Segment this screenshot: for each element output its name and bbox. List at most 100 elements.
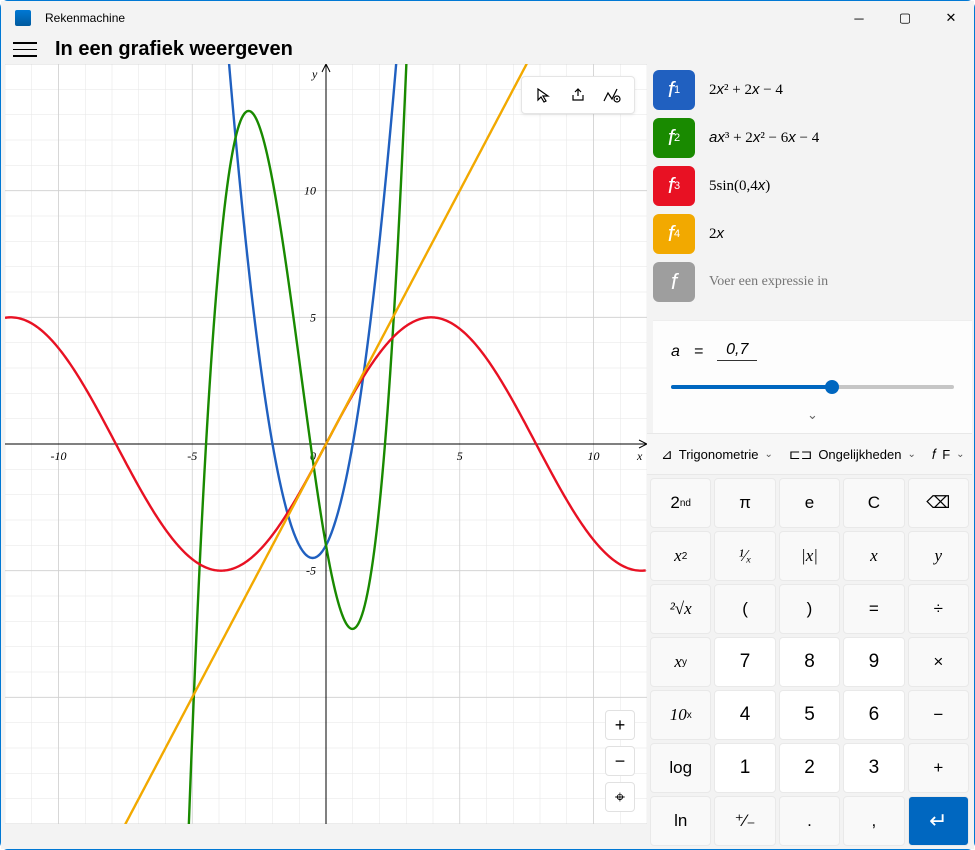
category-label: Ongelijkheden (818, 447, 901, 462)
function-expression: 2x² + 2x − 4 (709, 81, 783, 99)
key-=[interactable]: = (843, 584, 904, 634)
zoom-reset-button[interactable]: ⌖ (605, 782, 635, 812)
key-1[interactable]: 1 (714, 743, 775, 793)
zoom-in-button[interactable]: + (605, 710, 635, 740)
minimize-button[interactable]: ─ (836, 1, 882, 35)
key-4[interactable]: 4 (714, 690, 775, 740)
key-,[interactable]: , (843, 796, 904, 846)
window-title: Rekenmachine (45, 11, 125, 25)
key-e[interactable]: e (779, 478, 840, 528)
svg-text:10: 10 (304, 184, 316, 198)
mode-title: In een grafiek weergeven (55, 38, 293, 61)
zoom-controls: + − ⌖ (605, 710, 635, 812)
mode-header: In een grafiek weergeven (1, 35, 974, 64)
key-ln[interactable]: ln (650, 796, 711, 846)
hamburger-button[interactable] (13, 38, 37, 62)
category-label: Trigonometrie (679, 447, 759, 462)
close-button[interactable]: ✕ (928, 1, 974, 35)
svg-text:x: x (636, 449, 643, 463)
graph-canvas[interactable]: -10-5510-55100xy + − ⌖ (5, 64, 647, 824)
key-3[interactable]: 3 (843, 743, 904, 793)
category-icon: ⊿ (661, 446, 673, 463)
content-row: -10-5510-55100xy + − ⌖ f12x² + 2x − 4f2a… (1, 64, 974, 849)
function-row-3[interactable]: f3 5sin(0,4x) (653, 162, 972, 210)
variable-panel: a = 0,7 ⌄ (653, 320, 972, 433)
variable-slider[interactable] (671, 377, 954, 395)
variable-value[interactable]: 0,7 (717, 341, 757, 361)
key-([interactable]: ( (714, 584, 775, 634)
side-panel: f12x² + 2x − 4f2ax³ + 2x² − 6x − 4f35sin… (647, 64, 974, 849)
category-icon: 𝑓 (932, 446, 936, 463)
cursor-tool-icon[interactable] (530, 81, 558, 109)
key-2[interactable]: 2nd (650, 478, 711, 528)
category-trigonometrie[interactable]: ⊿ Trigonometrie ⌄ (655, 446, 779, 463)
key-π[interactable]: π (714, 478, 775, 528)
chevron-down-icon: ⌄ (764, 449, 772, 460)
key-5[interactable]: 5 (779, 690, 840, 740)
category-f[interactable]: 𝑓F ⌄ (926, 446, 971, 463)
function-row-1[interactable]: f1 2x² + 2x − 4 (653, 66, 972, 114)
maximize-button[interactable]: ▢ (882, 1, 928, 35)
category-ongelijkheden[interactable]: ⊏⊐ Ongelijkheden ⌄ (783, 446, 922, 463)
key-×[interactable]: × (908, 637, 969, 687)
svg-text:10: 10 (588, 449, 600, 463)
titlebar: Rekenmachine ─ ▢ ✕ (1, 1, 974, 35)
keypad: 2ndπeC⌫x2¹⁄ₓ|x|xy²√x()=÷xy789×10x456−log… (647, 475, 972, 849)
expand-chevron-icon[interactable]: ⌄ (671, 407, 954, 423)
share-tool-icon[interactable] (564, 81, 592, 109)
category-label: F (942, 447, 950, 462)
key-²√x[interactable]: ²√x (650, 584, 711, 634)
key-⁺⁄₋[interactable]: ⁺⁄₋ (714, 796, 775, 846)
key-10[interactable]: 10x (650, 690, 711, 740)
function-chip[interactable]: f3 (653, 166, 695, 206)
key-x[interactable]: x (843, 531, 904, 581)
key-÷[interactable]: ÷ (908, 584, 969, 634)
function-chip[interactable]: f2 (653, 118, 695, 158)
graph-settings-icon[interactable] (598, 81, 626, 109)
graph-toolbar (521, 76, 635, 114)
function-expression: ax³ + 2x² − 6x − 4 (709, 129, 819, 147)
key-x[interactable]: x2 (650, 531, 711, 581)
svg-text:5: 5 (457, 449, 463, 463)
key-¹⁄ₓ[interactable]: ¹⁄ₓ (714, 531, 775, 581)
key-C[interactable]: C (843, 478, 904, 528)
key-log[interactable]: log (650, 743, 711, 793)
key-7[interactable]: 7 (714, 637, 775, 687)
function-row-2[interactable]: f2 ax³ + 2x² − 6x − 4 (653, 114, 972, 162)
chevron-down-icon: ⌄ (907, 449, 915, 460)
svg-text:-5: -5 (306, 564, 316, 578)
variable-name: a (671, 343, 680, 361)
chevron-down-icon: ⌄ (956, 449, 964, 460)
key-−[interactable]: − (908, 690, 969, 740)
function-expression: 5sin(0,4x) (709, 177, 770, 195)
zoom-out-button[interactable]: − (605, 746, 635, 776)
function-expression: 2x (709, 225, 724, 243)
svg-text:y: y (311, 67, 318, 81)
key-2[interactable]: 2 (779, 743, 840, 793)
category-icon: ⊏⊐ (789, 446, 812, 463)
function-row-empty[interactable]: f Voer een expressie in (653, 258, 972, 306)
key-y[interactable]: y (908, 531, 969, 581)
key-9[interactable]: 9 (843, 637, 904, 687)
function-list: f1 2x² + 2x − 4 f2 ax³ + 2x² − 6x − 4 f3 5sin… (647, 64, 972, 314)
key-|x|[interactable]: |x| (779, 531, 840, 581)
key-6[interactable]: 6 (843, 690, 904, 740)
equals-sign: = (694, 343, 703, 361)
key-↵[interactable]: ↵ (908, 796, 969, 846)
key-8[interactable]: 8 (779, 637, 840, 687)
graph-svg: -10-5510-55100xy (5, 64, 647, 824)
svg-text:-10: -10 (51, 449, 67, 463)
function-chip-empty[interactable]: f (653, 262, 695, 302)
function-row-4[interactable]: f4 2x (653, 210, 972, 258)
function-chip[interactable]: f4 (653, 214, 695, 254)
svg-text:5: 5 (310, 310, 316, 324)
keypad-categories: ⊿ Trigonometrie ⌄ ⊏⊐ Ongelijkheden ⌄ 𝑓F ⌄ (647, 433, 972, 475)
expression-placeholder: Voer een expressie in (709, 274, 828, 290)
function-chip[interactable]: f1 (653, 70, 695, 110)
key-⌫[interactable]: ⌫ (908, 478, 969, 528)
key-+[interactable]: + (908, 743, 969, 793)
app-icon (15, 10, 31, 26)
key-)[interactable]: ) (779, 584, 840, 634)
key-x[interactable]: xy (650, 637, 711, 687)
key-.[interactable]: . (779, 796, 840, 846)
